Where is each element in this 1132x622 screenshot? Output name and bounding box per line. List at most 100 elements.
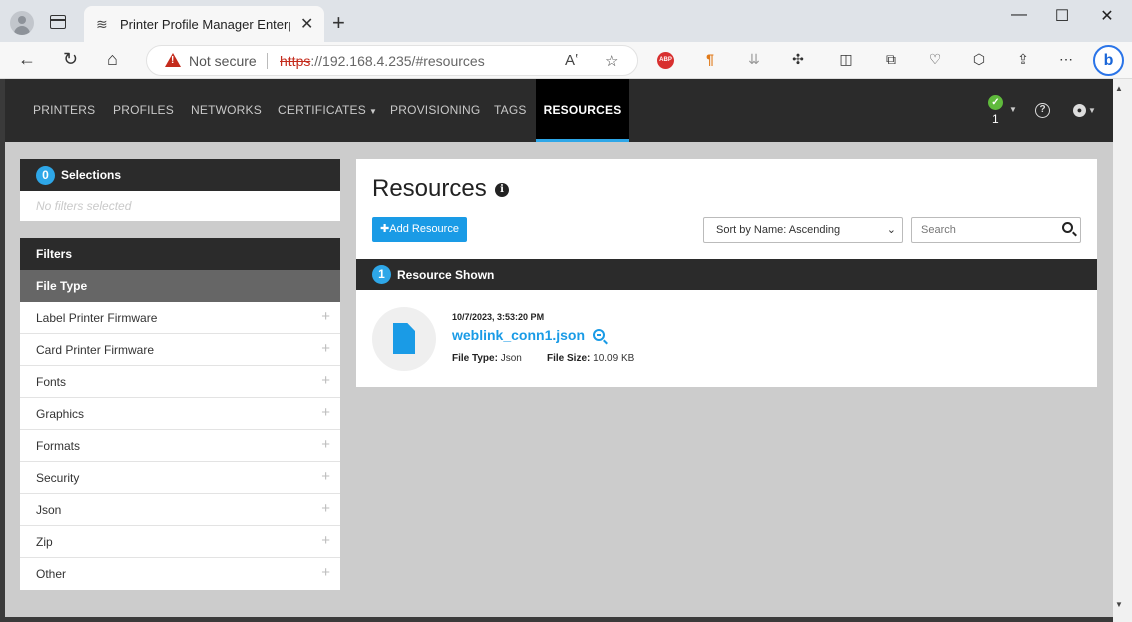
- file-size-meta: File Size: 10.09 KB: [547, 353, 634, 364]
- plus-icon[interactable]: +: [321, 532, 330, 549]
- read-aloud-icon[interactable]: Aʽ: [565, 52, 578, 69]
- filter-label: Formats: [36, 439, 81, 453]
- download-extension-icon[interactable]: ⇊: [744, 51, 764, 69]
- address-bar[interactable]: Not secure https://192.168.4.235/#resour…: [146, 45, 638, 76]
- window-close-icon[interactable]: ✕: [1092, 6, 1122, 28]
- extensions-puzzle-icon[interactable]: ✣: [788, 51, 808, 69]
- not-secure-label[interactable]: Not secure: [189, 53, 257, 69]
- file-type-header[interactable]: File Type: [20, 270, 340, 302]
- plus-icon[interactable]: +: [321, 308, 330, 325]
- plus-icon[interactable]: +: [321, 564, 330, 581]
- shown-label: Resource Shown: [397, 268, 495, 282]
- plus-icon[interactable]: +: [321, 468, 330, 485]
- refresh-icon[interactable]: ↻: [63, 49, 78, 70]
- nav-provisioning[interactable]: PROVISIONING: [390, 79, 480, 142]
- resource-name-link[interactable]: weblink_conn1.json: [452, 327, 585, 343]
- home-icon[interactable]: ⌂: [107, 49, 118, 70]
- filter-item-security[interactable]: Security +: [20, 462, 340, 494]
- top-navigation: PRINTERS PROFILES NETWORKS CERTIFICATES ▼…: [5, 79, 1113, 142]
- nav-tags[interactable]: TAGS: [494, 79, 527, 142]
- shown-count-badge: 1: [372, 265, 391, 284]
- nav-printers[interactable]: PRINTERS: [33, 79, 95, 142]
- resource-date: 10/7/2023, 3:53:20 PM: [452, 312, 545, 322]
- selections-header: 0 Selections: [20, 159, 340, 191]
- back-icon[interactable]: ←: [18, 49, 36, 70]
- minimize-icon[interactable]: —: [1004, 6, 1034, 28]
- plus-icon[interactable]: +: [321, 500, 330, 517]
- plus-icon[interactable]: +: [321, 340, 330, 357]
- plus-icon[interactable]: +: [321, 372, 330, 389]
- paragraph-extension-icon[interactable]: ¶: [700, 51, 720, 69]
- plus-icon: ✚: [380, 223, 390, 235]
- zoom-in-icon[interactable]: [593, 329, 605, 341]
- plus-icon[interactable]: +: [321, 436, 330, 453]
- filter-label: Fonts: [36, 375, 67, 389]
- status-count[interactable]: 1: [992, 112, 999, 126]
- filter-label: Card Printer Firmware: [36, 343, 155, 357]
- filter-item-other[interactable]: Other +: [20, 558, 340, 590]
- sort-select-value: Sort by Name: Ascending: [716, 224, 841, 236]
- help-icon[interactable]: ?: [1035, 103, 1050, 118]
- collections-icon[interactable]: ⧉: [881, 51, 901, 69]
- filter-item-label-printer-firmware[interactable]: Label Printer Firmware +: [20, 302, 340, 334]
- profile-avatar-icon[interactable]: [10, 11, 34, 35]
- file-type-label: File Type:: [452, 353, 498, 364]
- share-icon[interactable]: ⇪: [1013, 51, 1033, 69]
- tab-actions-icon[interactable]: [50, 15, 66, 29]
- plus-icon[interactable]: +: [321, 404, 330, 421]
- filter-item-card-printer-firmware[interactable]: Card Printer Firmware +: [20, 334, 340, 366]
- filter-label: Graphics: [36, 407, 85, 421]
- filter-item-graphics[interactable]: Graphics +: [20, 398, 340, 430]
- zebra-favicon-icon: ≋: [96, 16, 108, 32]
- add-resource-button[interactable]: ✚Add Resource: [372, 217, 467, 242]
- chevron-down-icon: ▼: [368, 107, 378, 116]
- warning-icon: [165, 53, 181, 67]
- file-thumbnail[interactable]: [372, 307, 436, 371]
- nav-certificates[interactable]: CERTIFICATES ▼: [278, 79, 377, 142]
- more-icon[interactable]: ⋯: [1056, 51, 1076, 69]
- maximize-icon[interactable]: ☐: [1047, 6, 1077, 28]
- no-filters-text: No filters selected: [20, 191, 340, 221]
- url-protocol: https: [280, 53, 311, 69]
- url-text[interactable]: https://192.168.4.235/#resources: [280, 53, 485, 69]
- file-type-filter-list: Label Printer Firmware + Card Printer Fir…: [20, 302, 340, 590]
- search-icon[interactable]: [1062, 222, 1073, 233]
- url-host-path: ://192.168.4.235/#resources: [310, 53, 485, 69]
- file-size-label: File Size:: [547, 353, 591, 364]
- filter-label: Json: [36, 503, 62, 517]
- browser-essentials-icon[interactable]: ♡: [925, 51, 945, 69]
- chevron-down-icon[interactable]: ▼: [1088, 106, 1096, 115]
- filter-item-formats[interactable]: Formats +: [20, 430, 340, 462]
- bing-copilot-icon[interactable]: b: [1093, 45, 1124, 76]
- filter-item-fonts[interactable]: Fonts +: [20, 366, 340, 398]
- browser-titlebar: ≋ Printer Profile Manager Enterprise ✕ +…: [0, 0, 1132, 42]
- scroll-down-icon[interactable]: ▼: [1115, 600, 1123, 609]
- filters-header: Filters: [20, 238, 340, 270]
- tab-close-icon[interactable]: ✕: [300, 14, 313, 34]
- filter-item-zip[interactable]: Zip +: [20, 526, 340, 558]
- file-document-icon: [393, 323, 415, 354]
- chevron-down-icon[interactable]: ▼: [1009, 105, 1017, 114]
- sort-select[interactable]: Sort by Name: Ascending ⌄: [703, 217, 903, 243]
- search-input[interactable]: Search: [911, 217, 1081, 243]
- new-tab-icon[interactable]: +: [332, 10, 345, 36]
- status-check-icon[interactable]: ✓: [988, 95, 1003, 110]
- add-resource-label: Add Resource: [389, 223, 459, 235]
- browser-tab[interactable]: ≋ Printer Profile Manager Enterprise ✕: [84, 6, 324, 42]
- adblock-icon[interactable]: ABP: [657, 52, 674, 69]
- nav-profiles[interactable]: PROFILES: [113, 79, 174, 142]
- filter-item-json[interactable]: Json +: [20, 494, 340, 526]
- performance-icon[interactable]: ⬡: [969, 51, 989, 69]
- filter-label: Label Printer Firmware: [36, 311, 158, 325]
- nav-networks[interactable]: NETWORKS: [191, 79, 262, 142]
- resource-shown-bar: 1 Resource Shown: [356, 259, 1097, 290]
- split-screen-icon[interactable]: ◫: [836, 51, 856, 69]
- nav-certificates-label: CERTIFICATES: [278, 103, 366, 117]
- favorite-star-icon[interactable]: ☆: [605, 52, 618, 70]
- scroll-up-icon[interactable]: ▲: [1115, 84, 1123, 93]
- nav-resources[interactable]: RESOURCES: [536, 79, 629, 142]
- info-icon[interactable]: i: [495, 183, 509, 197]
- page-scrollbar[interactable]: [1113, 79, 1132, 622]
- user-icon[interactable]: ●: [1073, 104, 1086, 117]
- file-size-value: 10.09 KB: [593, 353, 635, 364]
